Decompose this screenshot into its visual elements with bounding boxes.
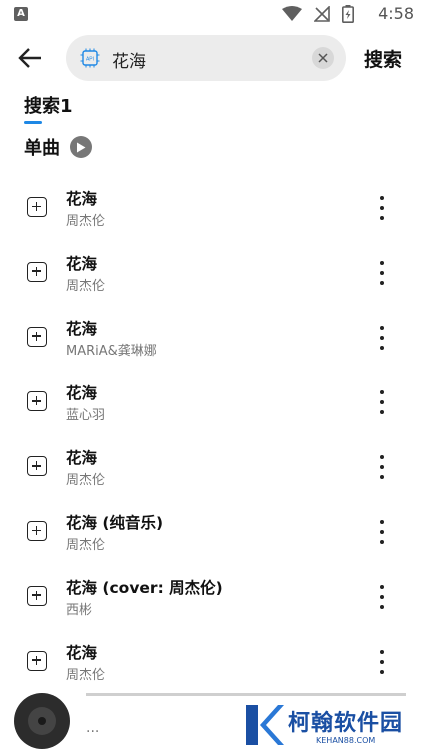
song-list: 花海 周杰伦 花海 周杰伦 花海 MARiA&龚琳娜 花海 蓝心羽 花海 周杰伦 花海 (纯音乐) 周… — [0, 175, 424, 693]
song-artist: 周杰伦 — [66, 473, 106, 489]
song-title: 花海 — [66, 384, 98, 403]
search-box[interactable]: API 花海 — [66, 35, 346, 81]
search-header: API 花海 搜索 — [0, 32, 424, 84]
song-title: 花海 — [66, 190, 98, 208]
song-row[interactable]: 花海 MARiA&龚琳娜 — [0, 305, 424, 370]
add-icon[interactable] — [27, 650, 47, 671]
app-icon: API — [80, 48, 100, 68]
watermark-logo: 柯翰软件园 KEHAN88.COM — [244, 703, 414, 749]
song-artist: MARiA&龚琳娜 — [66, 343, 157, 359]
more-vert-icon[interactable] — [372, 325, 392, 351]
more-vert-icon[interactable] — [372, 195, 392, 221]
progress-bar[interactable] — [86, 693, 406, 696]
more-vert-icon[interactable] — [372, 454, 392, 480]
more-vert-icon[interactable] — [372, 389, 392, 415]
song-title: 花海 (纯音乐) — [66, 513, 164, 532]
add-icon[interactable] — [27, 391, 47, 412]
song-row[interactable]: 花海 周杰伦 — [0, 240, 424, 305]
add-icon[interactable] — [27, 326, 47, 347]
section-title-singles: 单曲 — [24, 138, 60, 159]
battery-icon — [342, 5, 354, 23]
song-title: 花海 — [66, 643, 98, 662]
notification-icon: A — [14, 7, 28, 21]
song-row[interactable]: 花海 周杰伦 — [0, 629, 424, 694]
song-row[interactable]: 花海 周杰伦 — [0, 434, 424, 499]
song-artist: 周杰伦 — [66, 667, 106, 683]
svg-text:API: API — [86, 57, 94, 63]
song-title: 花海 — [66, 449, 98, 468]
clear-icon — [318, 53, 328, 63]
more-vert-icon[interactable] — [372, 584, 392, 610]
wifi-icon — [282, 6, 302, 21]
watermark-subtext: KEHAN88.COM — [316, 736, 376, 745]
tab-indicator — [24, 121, 42, 124]
back-button[interactable] — [14, 42, 46, 74]
add-icon[interactable] — [27, 520, 47, 541]
more-vert-icon[interactable] — [372, 260, 392, 286]
song-artist: 周杰伦 — [66, 278, 106, 294]
add-icon[interactable] — [27, 197, 47, 217]
song-title: 花海 — [66, 319, 98, 338]
play-icon — [77, 142, 86, 152]
now-playing-title: ... — [86, 720, 100, 736]
disc-icon[interactable] — [14, 693, 70, 749]
more-vert-icon[interactable] — [372, 649, 392, 675]
song-artist: 蓝心羽 — [66, 408, 106, 424]
status-bar: A 4:58 — [0, 0, 424, 30]
song-row[interactable]: 花海 周杰伦 — [0, 175, 424, 240]
play-all-button[interactable] — [70, 136, 92, 158]
song-row[interactable]: 花海 蓝心羽 — [0, 369, 424, 434]
add-icon[interactable] — [27, 456, 47, 477]
no-signal-icon — [314, 6, 330, 22]
song-artist: 周杰伦 — [66, 537, 106, 553]
more-vert-icon[interactable] — [372, 519, 392, 545]
status-time: 4:58 — [378, 4, 414, 23]
song-artist: 周杰伦 — [66, 214, 106, 229]
clear-button[interactable] — [312, 47, 334, 69]
watermark-k-icon — [246, 705, 284, 745]
song-artist: 西彬 — [66, 602, 93, 618]
add-icon[interactable] — [27, 261, 47, 282]
search-button[interactable]: 搜索 — [364, 45, 402, 72]
song-title: 花海 — [66, 254, 98, 273]
status-icons — [282, 5, 354, 23]
back-arrow-icon — [18, 48, 41, 68]
watermark-text: 柯翰软件园 — [288, 711, 404, 736]
add-icon[interactable] — [27, 585, 47, 606]
search-input[interactable]: 花海 — [112, 47, 146, 72]
song-title: 花海 (cover: 周杰伦) — [66, 578, 223, 597]
song-row[interactable]: 花海 (cover: 周杰伦) 西彬 — [0, 564, 424, 629]
song-row[interactable]: 花海 (纯音乐) 周杰伦 — [0, 499, 424, 564]
tab-search-1[interactable]: 搜索1 — [24, 92, 73, 118]
